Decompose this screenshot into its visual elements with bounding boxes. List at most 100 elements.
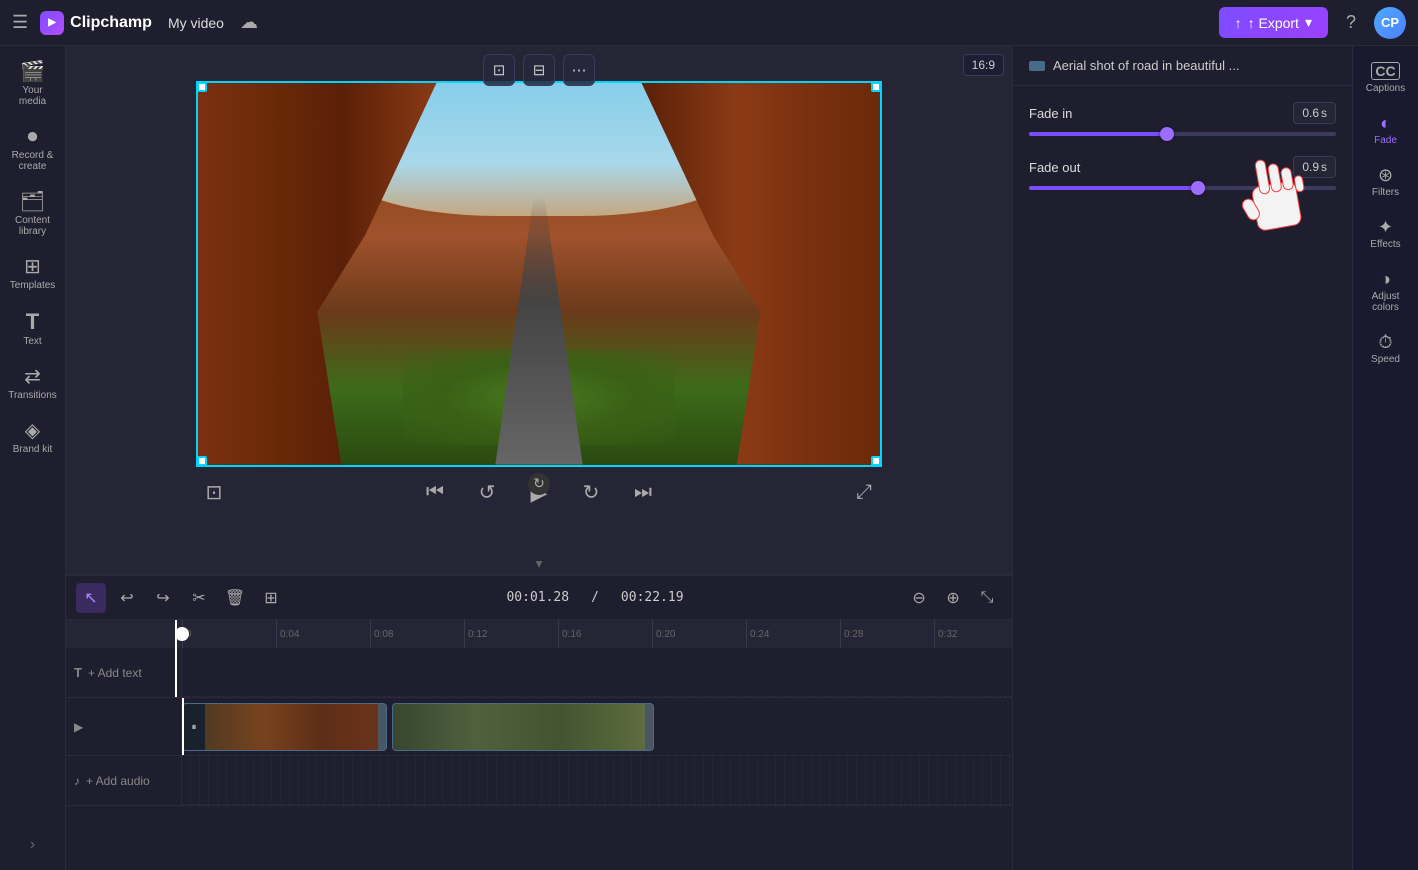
- sidebar-item-templates[interactable]: ⊞ Templates: [4, 249, 62, 299]
- handle-top-left[interactable]: [197, 82, 207, 92]
- far-sidebar-item-effects[interactable]: ✦ Effects: [1357, 210, 1415, 258]
- select-tool-button[interactable]: ↖: [76, 583, 106, 613]
- panel-clip-title: Aerial shot of road in beautiful ...: [1053, 58, 1336, 73]
- export-arrow-icon: ▾: [1305, 14, 1312, 31]
- timeline-collapse-button[interactable]: ▾: [66, 553, 1012, 575]
- export-button[interactable]: ↑ ↑ Export ▾: [1219, 7, 1328, 38]
- ruler-mark-16: 0:16: [558, 620, 652, 648]
- video-track-label[interactable]: ▶: [66, 698, 182, 755]
- video-track-icon: ▶: [74, 720, 83, 734]
- save-icon[interactable]: ☁: [240, 12, 258, 33]
- fade-out-unit: s: [1321, 160, 1327, 174]
- clip-drag-handle-right-2[interactable]: [645, 704, 653, 750]
- text-track-label[interactable]: T + Add text: [66, 648, 182, 697]
- zoom-out-button[interactable]: ⊖: [904, 583, 934, 613]
- handle-bottom-left[interactable]: [197, 456, 207, 466]
- fullscreen-button[interactable]: ⤢: [846, 475, 882, 511]
- fade-in-slider-thumb[interactable]: [1160, 127, 1174, 141]
- far-sidebar-item-adjust-colors[interactable]: ◑ Adjust colors: [1357, 262, 1415, 321]
- speed-icon: ⏱: [1378, 333, 1392, 351]
- avatar[interactable]: CP: [1374, 7, 1406, 39]
- speed-label: Speed: [1371, 354, 1400, 365]
- sidebar-item-your-media[interactable]: 🎬 Your media: [4, 54, 62, 115]
- add-audio-button[interactable]: + Add audio: [86, 774, 150, 788]
- fade-in-slider-fill: [1029, 132, 1167, 136]
- far-sidebar-item-speed[interactable]: ⏱ Speed: [1357, 325, 1415, 373]
- clip-thumbnail-1: [205, 704, 378, 750]
- rewind-5-button[interactable]: ↺: [469, 475, 505, 511]
- captions-label: Captions: [1366, 83, 1405, 94]
- clip-thumbnail-2: [393, 704, 645, 750]
- cut-button[interactable]: ✂: [184, 583, 214, 613]
- text-track-row: T + Add text: [66, 648, 1012, 698]
- adjust-colors-icon: ◑: [1380, 270, 1391, 288]
- zoom-in-button[interactable]: ⊕: [938, 583, 968, 613]
- more-options-button[interactable]: ⋯: [563, 54, 595, 86]
- record-icon: ⏺: [28, 127, 38, 147]
- crop-tool-button[interactable]: ⊡: [483, 54, 515, 86]
- video-canvas[interactable]: [196, 81, 882, 467]
- filters-icon: ⊛: [1378, 166, 1393, 184]
- far-sidebar-item-filters[interactable]: ⊛ Filters: [1357, 158, 1415, 206]
- clip-drag-handle-right[interactable]: [378, 704, 386, 750]
- fade-out-slider-fill: [1029, 186, 1198, 190]
- undo-button[interactable]: ↩: [112, 583, 142, 613]
- forward-5-button[interactable]: ↻: [573, 475, 609, 511]
- zoom-controls: ⊖ ⊕ ⤡: [904, 583, 1002, 613]
- audio-track-row: ♪ + Add audio: [66, 756, 1012, 806]
- transitions-icon: ⇄: [24, 367, 41, 387]
- audio-track-label[interactable]: ♪ + Add audio: [66, 756, 182, 805]
- playback-left-controls: ⊡: [196, 475, 232, 511]
- video-clip-1[interactable]: ⏸: [182, 703, 387, 751]
- text-track-icon: T: [74, 665, 82, 680]
- sidebar-item-brand-kit[interactable]: ◈ Brand kit: [4, 413, 62, 463]
- add-text-button[interactable]: + Add text: [88, 666, 142, 680]
- sidebar-item-text[interactable]: T Text: [4, 303, 62, 355]
- fade-in-value-box[interactable]: 0.6 s: [1293, 102, 1336, 124]
- ruler-mark-4: 0:04: [276, 620, 370, 648]
- skip-to-end-button[interactable]: ⏭: [625, 475, 661, 511]
- aspect-ratio-badge[interactable]: 16:9: [963, 54, 1004, 76]
- sidebar-expand-icon[interactable]: ›: [22, 828, 43, 862]
- sidebar-label-brand: Brand kit: [13, 444, 52, 455]
- layout-tool-button[interactable]: ⊟: [523, 54, 555, 86]
- menu-icon[interactable]: ☰: [12, 12, 28, 33]
- sidebar-label-transitions: Transitions: [8, 390, 57, 401]
- canyon-right-wall: [641, 83, 880, 465]
- timeline-fullscreen-button[interactable]: ⤡: [972, 583, 1002, 613]
- fade-out-slider[interactable]: [1029, 186, 1336, 190]
- video-track-content: ⏸: [182, 698, 1012, 755]
- rotate-handle[interactable]: ↻: [528, 473, 550, 495]
- text-track-content: [182, 648, 1012, 697]
- sidebar-label-content: Content library: [8, 215, 58, 237]
- center-content: ⊡ ⊟ ⋯ 16:9: [66, 46, 1012, 870]
- ruler-mark-8: 0:08: [370, 620, 464, 648]
- combine-button[interactable]: ⊞: [256, 583, 286, 613]
- fade-out-header: Fade out 0.9 s: [1029, 156, 1336, 178]
- export-icon: ↑: [1235, 15, 1242, 31]
- fade-in-slider[interactable]: [1029, 132, 1336, 136]
- timeline-tracks: T + Add text ▶ ⏸: [66, 648, 1012, 870]
- effects-icon: ✦: [1378, 218, 1393, 236]
- video-clip-2[interactable]: [392, 703, 654, 751]
- handle-bottom-right[interactable]: [871, 456, 881, 466]
- app-logo: ▶ Clipchamp: [40, 11, 152, 35]
- sidebar-item-content-library[interactable]: 🗂 Content library: [4, 184, 62, 245]
- skip-to-start-button[interactable]: ⏮: [417, 475, 453, 511]
- effects-label: Effects: [1370, 239, 1400, 250]
- video-title[interactable]: My video: [168, 15, 224, 31]
- delete-button[interactable]: 🗑: [220, 583, 250, 613]
- fade-out-slider-thumb[interactable]: [1191, 181, 1205, 195]
- sidebar-item-record-create[interactable]: ⏺ Record & create: [4, 119, 62, 180]
- sidebar-item-transitions[interactable]: ⇄ Transitions: [4, 359, 62, 409]
- ruler-mark-12: 0:12: [464, 620, 558, 648]
- far-sidebar-item-fade[interactable]: ◐ Fade: [1357, 106, 1415, 154]
- fade-in-label: Fade in: [1029, 106, 1072, 121]
- subtitle-button[interactable]: ⊡: [196, 475, 232, 511]
- redo-button[interactable]: ↪: [148, 583, 178, 613]
- fade-icon: ◐: [1380, 114, 1391, 132]
- far-sidebar-item-captions[interactable]: CC Captions: [1357, 54, 1415, 102]
- handle-top-right[interactable]: [871, 82, 881, 92]
- fade-out-value-box[interactable]: 0.9 s: [1293, 156, 1336, 178]
- help-icon[interactable]: ?: [1346, 12, 1356, 33]
